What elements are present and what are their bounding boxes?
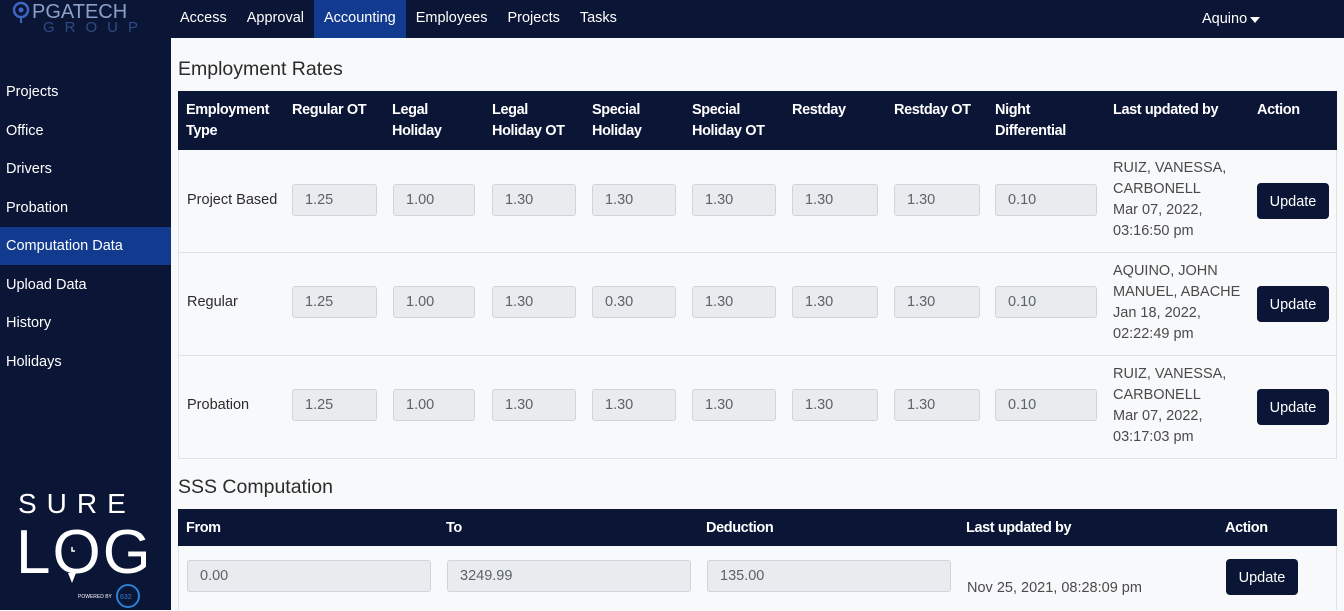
update-button[interactable]: Update bbox=[1226, 559, 1298, 595]
legal-holiday-field[interactable] bbox=[393, 286, 475, 318]
special-holiday-ot-field[interactable] bbox=[692, 184, 776, 216]
regular-ot-field[interactable] bbox=[292, 184, 377, 216]
sidebar-item-computation-data[interactable]: Computation Data bbox=[0, 227, 171, 265]
legal-holiday-ot-field[interactable] bbox=[492, 286, 576, 318]
nav-employees[interactable]: Employees bbox=[406, 0, 498, 38]
user-dropdown[interactable]: Aquino bbox=[1202, 0, 1261, 38]
employment-type: Probation bbox=[187, 397, 250, 413]
header-action: Action bbox=[1225, 520, 1268, 536]
header-legal-holiday: Legal Holiday bbox=[392, 102, 442, 139]
location-pin-icon bbox=[12, 1, 30, 23]
restday-ot-field[interactable] bbox=[894, 286, 980, 318]
surelog-logo: SURE LOG POWERED BY 632 bbox=[16, 488, 146, 608]
header-night-differential: Night Differential bbox=[995, 102, 1066, 139]
surelog-logo-line1: SURE bbox=[18, 488, 136, 519]
legal-holiday-ot-field[interactable] bbox=[492, 389, 576, 421]
table-row: Probation RUIZ, VANESSA, CARBONELL Mar 0… bbox=[178, 356, 1337, 459]
header-to: To bbox=[446, 520, 462, 536]
top-navbar: PGATECH GROUP Access Approval Accounting… bbox=[0, 0, 1344, 38]
update-button[interactable]: Update bbox=[1257, 389, 1329, 425]
nav-projects[interactable]: Projects bbox=[497, 0, 569, 38]
regular-ot-field[interactable] bbox=[292, 389, 377, 421]
main-content: Employment Rates Employment Type Regular … bbox=[171, 38, 1344, 610]
sidebar: Projects Office Drivers Probation Comput… bbox=[0, 38, 171, 610]
sidebar-item-office[interactable]: Office bbox=[0, 112, 171, 150]
last-updated-by: RUIZ, VANESSA, CARBONELL Mar 07, 2022, 0… bbox=[1113, 160, 1227, 239]
sidebar-item-holidays[interactable]: Holidays bbox=[0, 343, 171, 381]
sidebar-item-upload-data[interactable]: Upload Data bbox=[0, 266, 171, 304]
header-employment-type: Employment Type bbox=[186, 102, 270, 139]
table-row: Nov 25, 2021, 08:28:09 pm Update bbox=[178, 546, 1337, 610]
header-special-holiday: Special Holiday bbox=[592, 102, 642, 139]
update-button[interactable]: Update bbox=[1257, 286, 1329, 322]
sidebar-item-probation[interactable]: Probation bbox=[0, 189, 171, 227]
surelog-tagline: POWERED BY bbox=[78, 594, 113, 600]
header-special-holiday-ot: Special Holiday OT bbox=[692, 102, 765, 139]
legal-holiday-field[interactable] bbox=[393, 184, 475, 216]
header-last-updated-by: Last updated by bbox=[1113, 102, 1219, 118]
restday-ot-field[interactable] bbox=[894, 184, 980, 216]
special-holiday-ot-field[interactable] bbox=[692, 389, 776, 421]
user-name: Aquino bbox=[1202, 11, 1248, 27]
restday-field[interactable] bbox=[792, 389, 878, 421]
night-differential-field[interactable] bbox=[995, 184, 1097, 216]
employment-rates-title: Employment Rates bbox=[178, 58, 343, 80]
sss-computation-table: From To Deduction Last updated by Action… bbox=[178, 509, 1337, 610]
brand-logo[interactable]: PGATECH GROUP bbox=[10, 1, 140, 37]
regular-ot-field[interactable] bbox=[292, 286, 377, 318]
nav-accounting[interactable]: Accounting bbox=[313, 0, 406, 38]
restday-field[interactable] bbox=[792, 286, 878, 318]
sidebar-item-projects[interactable]: Projects bbox=[0, 73, 171, 111]
employment-rates-table: Employment Type Regular OT Legal Holiday L… bbox=[178, 91, 1337, 459]
update-button[interactable]: Update bbox=[1257, 183, 1329, 219]
deduction-field[interactable] bbox=[707, 560, 951, 592]
sidebar-item-drivers[interactable]: Drivers bbox=[0, 150, 171, 188]
header-last-updated-by: Last updated by bbox=[966, 520, 1072, 536]
employment-type: Project Based bbox=[187, 192, 278, 208]
employment-rates-header: Employment Type Regular OT Legal Holiday L… bbox=[178, 91, 1337, 150]
header-legal-holiday-ot: Legal Holiday OT bbox=[492, 102, 565, 139]
restday-field[interactable] bbox=[792, 184, 878, 216]
table-row: Project Based RUIZ, VANESSA, CARBONELL M… bbox=[178, 150, 1337, 253]
surelog-badge: 632 bbox=[120, 594, 132, 601]
sidebar-item-history[interactable]: History bbox=[0, 304, 171, 342]
nav-approval[interactable]: Approval bbox=[237, 0, 314, 38]
special-holiday-ot-field[interactable] bbox=[692, 286, 776, 318]
nav-access[interactable]: Access bbox=[170, 0, 237, 38]
special-holiday-field[interactable] bbox=[592, 286, 676, 318]
last-updated-by: Nov 25, 2021, 08:28:09 pm bbox=[967, 580, 1142, 596]
main-menu: Access Approval Accounting Employees Pro… bbox=[170, 0, 627, 38]
nav-tasks[interactable]: Tasks bbox=[570, 0, 627, 38]
legal-holiday-field[interactable] bbox=[393, 389, 475, 421]
header-regular-ot: Regular OT bbox=[292, 102, 367, 118]
restday-ot-field[interactable] bbox=[894, 389, 980, 421]
employment-type: Regular bbox=[187, 294, 238, 310]
last-updated-by: AQUINO, JOHN MANUEL, ABACHE Jan 18, 2022… bbox=[1113, 263, 1241, 342]
from-field[interactable] bbox=[187, 560, 431, 592]
header-from: From bbox=[186, 520, 221, 536]
header-action: Action bbox=[1257, 102, 1300, 118]
sss-header: From To Deduction Last updated by Action bbox=[178, 509, 1337, 546]
caret-down-icon bbox=[1250, 16, 1261, 23]
night-differential-field[interactable] bbox=[995, 389, 1097, 421]
header-deduction: Deduction bbox=[706, 520, 774, 536]
header-restday-ot: Restday OT bbox=[894, 102, 971, 118]
special-holiday-field[interactable] bbox=[592, 389, 676, 421]
sss-computation-title: SSS Computation bbox=[178, 476, 334, 498]
header-restday: Restday bbox=[792, 102, 846, 118]
legal-holiday-ot-field[interactable] bbox=[492, 184, 576, 216]
last-updated-by: RUIZ, VANESSA, CARBONELL Mar 07, 2022, 0… bbox=[1113, 366, 1227, 445]
table-row: Regular AQUINO, JOHN MANUEL, ABACHE Jan … bbox=[178, 253, 1337, 356]
night-differential-field[interactable] bbox=[995, 286, 1097, 318]
to-field[interactable] bbox=[447, 560, 691, 592]
brand-subtitle: GROUP bbox=[43, 19, 149, 36]
special-holiday-field[interactable] bbox=[592, 184, 676, 216]
surelog-logo-line2: LOG bbox=[16, 518, 146, 587]
